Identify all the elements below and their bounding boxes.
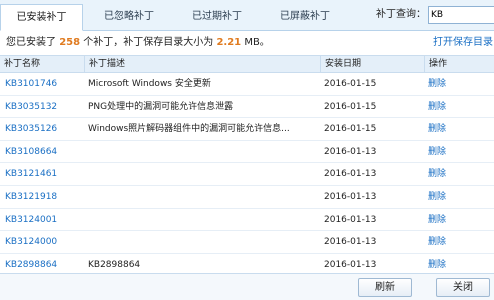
patch-id-link[interactable]: KB3035132	[5, 96, 83, 118]
tab-installed[interactable]: 已安装补丁	[0, 4, 83, 31]
tab-expired[interactable]: 已过期补丁	[176, 4, 258, 31]
tab-ignored[interactable]: 已忽略补丁	[88, 4, 170, 31]
install-date: 2016-01-13	[324, 237, 377, 248]
tab-blocked[interactable]: 已屏蔽补丁	[264, 4, 346, 31]
install-date: 2016-01-13	[324, 214, 377, 225]
table-row[interactable]: KB3108664 2016-01-13 删除	[0, 141, 494, 164]
summary-unit: MB。	[244, 37, 270, 48]
install-date: 2016-01-13	[324, 146, 377, 157]
patch-table: 补丁名称 补丁描述 安装日期 操作 KB3101746 Microsoft Win…	[0, 55, 494, 277]
delete-link[interactable]: 删除	[428, 209, 468, 231]
header-patch-name[interactable]: 补丁名称	[0, 56, 84, 73]
patch-id-link[interactable]: KB3035126	[5, 118, 83, 140]
summary-text: 您已安装了 258 个补丁，补丁保存目录大小为 2.21 MB。	[6, 36, 270, 50]
delete-link[interactable]: 删除	[428, 163, 468, 185]
table-row[interactable]: KB3035126 Windows照片解码器组件中的漏洞可能允许信息... 2016…	[0, 118, 494, 141]
tab-bar: 已安装补丁 已忽略补丁 已过期补丁 已屏蔽补丁 补丁查询：	[0, 0, 494, 31]
table-row[interactable]: KB3124001 2016-01-13 删除	[0, 209, 494, 232]
table-header: 补丁名称 补丁描述 安装日期 操作	[0, 56, 494, 73]
delete-link[interactable]: 删除	[428, 96, 468, 118]
directory-size: 2.21	[216, 37, 242, 48]
patch-description	[88, 141, 318, 163]
open-save-directory-link[interactable]: 打开保存目录	[433, 36, 493, 50]
footer-bar: 刷新 关闭	[0, 273, 494, 300]
table-row[interactable]: KB3121461 2016-01-13 删除	[0, 163, 494, 186]
delete-link[interactable]: 删除	[428, 141, 468, 163]
delete-link[interactable]: 删除	[428, 73, 468, 95]
table-row[interactable]: KB3121918 2016-01-13 删除	[0, 186, 494, 209]
patch-id-link[interactable]: KB3108664	[5, 141, 83, 163]
search-label: 补丁查询：	[376, 9, 426, 20]
patch-description	[88, 163, 318, 185]
patch-id-link[interactable]: KB3124000	[5, 231, 83, 253]
patch-id-link[interactable]: KB3101746	[5, 73, 83, 95]
table-row[interactable]: KB3101746 Microsoft Windows 安全更新 2016-01-1…	[0, 73, 494, 96]
patch-description: PNG处理中的漏洞可能允许信息泄露	[88, 101, 234, 112]
close-button[interactable]: 关闭	[436, 278, 490, 297]
install-date: 2016-01-15	[324, 124, 377, 135]
install-date: 2016-01-15	[324, 101, 377, 112]
patch-description	[88, 186, 318, 208]
delete-link[interactable]: 删除	[428, 118, 468, 140]
table-row[interactable]: KB3035132 PNG处理中的漏洞可能允许信息泄露 2016-01-15 删除	[0, 96, 494, 119]
table-row[interactable]: KB3124000 2016-01-13 删除	[0, 231, 494, 254]
patch-description: Microsoft Windows 安全更新	[88, 79, 211, 89]
install-date: 2016-01-15	[324, 79, 377, 89]
header-patch-desc[interactable]: 补丁描述	[84, 56, 320, 73]
patch-description	[88, 231, 318, 253]
summary-prefix: 您已安装了	[6, 37, 56, 48]
delete-link[interactable]: 删除	[428, 231, 468, 253]
patch-id-link[interactable]: KB3121461	[5, 163, 83, 185]
installed-count: 258	[59, 37, 81, 48]
header-install-date[interactable]: 安装日期	[320, 56, 424, 73]
install-date: 2016-01-13	[324, 169, 377, 180]
patch-description	[88, 209, 318, 231]
patch-description: Windows照片解码器组件中的漏洞可能允许信息...	[88, 124, 290, 135]
patch-id-link[interactable]: KB3121918	[5, 186, 83, 208]
header-action: 操作	[424, 56, 494, 73]
delete-link[interactable]: 删除	[428, 186, 468, 208]
search-input[interactable]	[428, 6, 494, 24]
install-date: 2016-01-13	[324, 192, 377, 202]
refresh-button[interactable]: 刷新	[358, 278, 412, 297]
summary-middle: 个补丁，补丁保存目录大小为	[83, 37, 214, 48]
patch-id-link[interactable]: KB3124001	[5, 209, 83, 231]
